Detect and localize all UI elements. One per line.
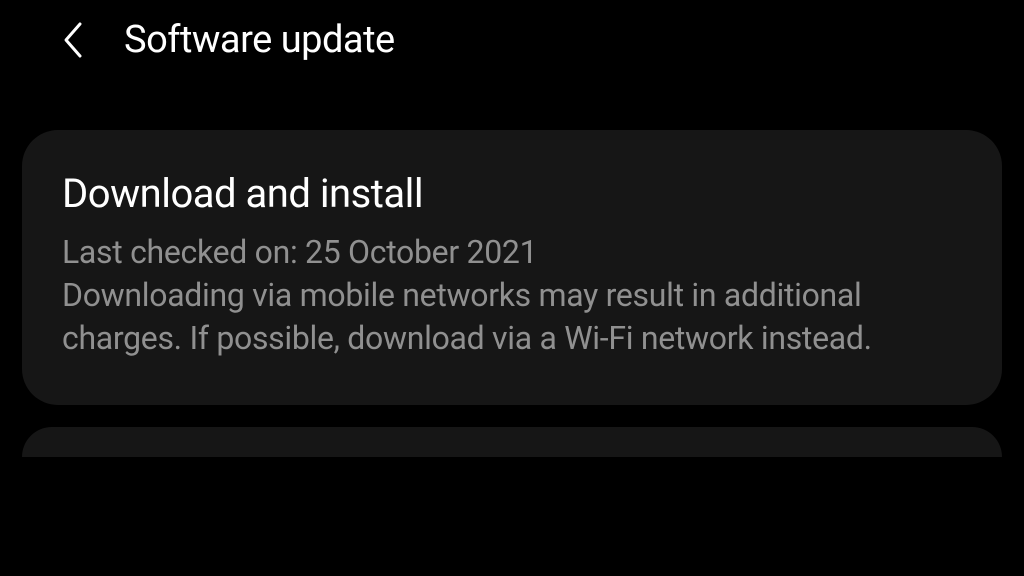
chevron-left-icon: [60, 20, 84, 60]
content-area: Download and install Last checked on: 25…: [0, 80, 1024, 457]
card-description: Downloading via mobile networks may resu…: [62, 274, 962, 360]
download-install-card[interactable]: Download and install Last checked on: 25…: [22, 130, 1002, 405]
card-title: Download and install: [62, 170, 962, 217]
header: Software update: [0, 0, 1024, 80]
last-checked-text: Last checked on: 25 October 2021: [62, 231, 962, 274]
page-title: Software update: [124, 18, 395, 62]
next-card-peek: [22, 427, 1002, 457]
back-button[interactable]: [60, 20, 84, 60]
